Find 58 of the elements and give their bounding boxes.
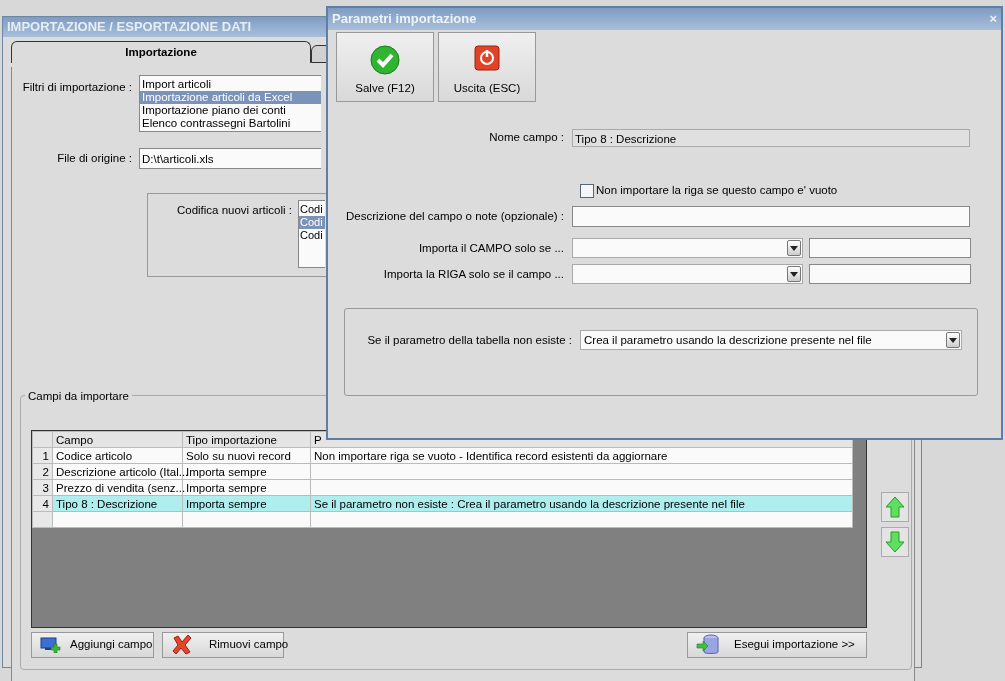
dialog-title: Parametri importazione	[332, 10, 477, 29]
table-cell: Se il parametro non esiste : Crea il parametro usando la descrizione presente nel file	[314, 497, 745, 510]
list-item[interactable]: Codi	[299, 203, 325, 216]
database-arrow-icon	[696, 634, 720, 656]
column-header: Tipo importazione	[186, 433, 277, 446]
action-button[interactable]: Esegui importazione >>	[687, 632, 867, 658]
field-label: Filtri di importazione :	[21, 80, 133, 95]
filter-list[interactable]: Import articoli Importazione articoli da Excel Importazione piano dei conti Elenco contrassegni Bartolini	[139, 75, 321, 132]
move-down-button[interactable]	[881, 527, 909, 557]
cross-icon	[171, 634, 193, 656]
file-path-field[interactable]: D:\t\articoli.xls	[139, 148, 321, 169]
list-item[interactable]: Import articoli	[140, 78, 321, 91]
field-label: Codifica nuovi articoli :	[175, 203, 293, 218]
check-mark-icon	[370, 45, 400, 75]
field-label: File di origine :	[56, 150, 133, 166]
list-item[interactable]: Codi	[299, 229, 325, 242]
dropdown-button[interactable]	[946, 332, 960, 349]
checkbox-label: Non importare la riga se questo campo e' vuoto	[596, 183, 838, 198]
notes-field[interactable]	[572, 206, 970, 228]
condition-value-field[interactable]	[809, 238, 971, 259]
field-label: Descrizione del campo o note (opzionale) :	[345, 209, 565, 225]
table-cell: Non importare riga se vuoto - Identifica record esistenti da aggiornare	[314, 449, 668, 462]
coding-list[interactable]: Codi Codi Codi	[298, 200, 325, 268]
caret-icon	[949, 337, 957, 343]
table-cell: Solo su nuovi record	[186, 449, 291, 462]
table-cell: Codice articolo	[56, 449, 133, 462]
table-cell: Importa sempre	[186, 481, 267, 494]
field-name-field: Tipo 8 : Descrizione	[572, 129, 970, 147]
column-header: P	[314, 433, 322, 446]
action-button[interactable]: Aggiungi campo	[31, 632, 154, 658]
table-cell: Importa sempre	[186, 465, 267, 478]
down-arrow-icon	[885, 531, 905, 553]
field-label: Nome campo :	[488, 130, 565, 146]
field-label: Importa il CAMPO solo se ...	[417, 240, 565, 256]
table-cell: Prezzo di vendita (senz...	[56, 481, 186, 494]
table-cell: Tipo 8 : Descrizione	[56, 497, 158, 510]
field-label: Importa la RIGA solo se il campo ...	[382, 266, 565, 282]
window-title: IMPORTAZIONE / ESPORTAZIONE DATI	[7, 18, 252, 37]
up-arrow-icon	[885, 496, 905, 518]
toolbar-button[interactable]: Uscita (ESC)	[438, 32, 536, 102]
missing-parameter-dropdown[interactable]: Crea il parametro usando la descrizione presente nel file	[580, 330, 962, 351]
condition-value-field[interactable]	[809, 264, 971, 285]
list-item[interactable]: Elenco contrassegni Bartolini	[140, 117, 321, 130]
caret-icon	[790, 245, 798, 251]
table-cell: Importa sempre	[186, 497, 267, 510]
tab[interactable]: Importazione	[11, 41, 311, 63]
caret-icon	[790, 271, 798, 277]
dropdown-button[interactable]	[787, 240, 801, 257]
checkbox[interactable]	[580, 183, 594, 198]
monitor-plus-icon	[40, 637, 62, 653]
table-cell: Descrizione articolo (Ital...	[56, 465, 189, 478]
power-icon	[474, 45, 500, 71]
list-item[interactable]: Importazione piano dei conti	[140, 104, 321, 117]
column-header: Campo	[56, 433, 94, 446]
dropdown-button[interactable]	[787, 266, 801, 283]
move-up-button[interactable]	[881, 492, 909, 522]
toolbar-button[interactable]: Salve (F12)	[336, 32, 434, 102]
field-label: Se il parametro della tabella non esiste :	[366, 332, 573, 348]
